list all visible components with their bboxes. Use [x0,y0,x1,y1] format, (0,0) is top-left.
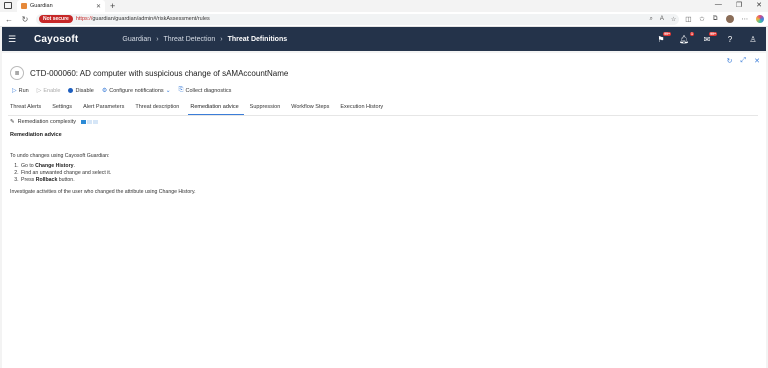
window-controls: — ❐ ✕ [715,1,762,9]
favorites-icon[interactable]: ✩ [699,15,704,23]
chevron-right-icon: › [156,35,159,43]
notifications-icon[interactable]: 🔔︎ 1 [679,31,694,44]
close-window-icon[interactable]: ✕ [756,1,762,9]
app-logo[interactable]: Cayosoft [34,34,78,45]
collections-icon[interactable]: ⧉ [713,15,718,23]
expand-icon[interactable]: ⤢ [741,57,747,65]
hamburger-menu-icon[interactable]: ☰ [2,34,22,45]
tab-alert-parameters[interactable]: Alert Parameters [81,101,129,115]
tasks-badge: 99+ [709,31,717,36]
complexity-segment [81,120,86,124]
read-aloud-icon[interactable]: A [660,16,664,23]
rule-tabs: Threat Alerts Settings Alert Parameters … [8,101,758,116]
tab-threat-alerts[interactable]: Threat Alerts [8,101,46,115]
breadcrumb: Guardian › Threat Detection › Threat Def… [122,36,287,43]
browser-tabstrip: Guardian ✕ + — ❐ ✕ [0,0,768,12]
play-icon: ▷ [12,88,17,94]
complexity-meter [81,120,98,124]
new-tab-icon[interactable]: + [110,1,115,11]
complexity-segment [87,120,92,124]
list-item: Find an unwanted change and select it. [20,170,196,177]
notifications-badge: 1 [690,31,694,36]
advice-body: To undo changes using Cayosoft Guardian:… [10,153,196,196]
refresh-icon[interactable]: ↻ [20,15,30,24]
zoom-icon[interactable]: ⌕ [649,16,652,23]
bell-icon: ⚙ [101,88,108,94]
configure-notifications-button[interactable]: ⚙ Configure notifications ⌄ [101,87,171,95]
tab-suppression[interactable]: Suppression [248,101,286,115]
disable-button[interactable]: Disable [68,88,94,94]
split-screen-icon[interactable]: ◫ [685,15,691,23]
refresh-panel-icon[interactable]: ↻ [727,57,733,65]
rule-detail-panel: ↻ ⤢ ✕ ≣ CTD-000060: AD computer with sus… [2,53,766,368]
list-item: Press Rollback button. [20,177,196,184]
action-toolbar: ▷ Run ▷ Enable Disable ⚙ Configure notifica… [12,87,231,94]
alerts-badge: 99+ [663,31,671,36]
address-bar-row: ← ↻ Not secure https://guardian/guardian… [0,12,768,27]
close-panel-icon[interactable]: ✕ [754,57,760,65]
tab-workflow-steps[interactable]: Workflow Steps [289,101,334,115]
advice-intro: To undo changes using Cayosoft Guardian: [10,153,110,159]
minimize-icon[interactable]: — [715,1,722,9]
address-bar[interactable]: Not secure https://guardian/guardian/adm… [36,13,680,25]
browser-tab-title: Guardian [30,3,53,9]
disable-icon [68,88,74,93]
app-header: ☰ Cayosoft Guardian › Threat Detection ›… [2,27,766,51]
remediation-complexity: ✎ Remediation complexity [10,119,98,125]
advice-steps: Go to Change History. Find an unwanted c… [20,163,196,184]
rule-icon: ≣ [10,66,24,80]
enable-icon: ▷ [36,88,42,94]
not-secure-badge[interactable]: Not secure [39,15,73,23]
chevron-right-icon: › [220,35,223,43]
run-button[interactable]: ▷ Run [12,87,29,95]
collect-diagnostics-button[interactable]: ⎘ Collect diagnostics [179,87,232,94]
copilot-icon[interactable] [756,15,764,23]
help-icon[interactable]: ? [725,35,735,44]
tab-execution-history[interactable]: Execution History [338,101,388,115]
alerts-icon[interactable]: ⚑ 99+ [656,31,671,44]
complexity-segment [93,120,98,124]
section-heading: Remediation advice [10,132,62,138]
close-tab-icon[interactable]: ✕ [96,3,101,10]
more-menu-icon[interactable]: ⋯ [742,15,749,23]
wrench-icon: ✎ [10,119,15,125]
panel-tools: ↻ ⤢ ✕ [727,57,760,65]
breadcrumb-threat-detection[interactable]: Threat Detection [164,36,216,43]
breadcrumb-threat-definitions: Threat Definitions [227,35,288,43]
user-icon[interactable]: ♙ [748,35,758,44]
tab-settings[interactable]: Settings [50,101,77,115]
list-item: Go to Change History. [20,163,196,170]
favicon-icon [21,3,27,9]
favorite-star-icon[interactable]: ☆ [671,16,676,23]
tab-remediation-advice[interactable]: Remediation advice [188,101,244,115]
complexity-label: Remediation complexity [17,119,76,125]
chevron-down-icon: ⌄ [165,88,171,94]
tab-actions-icon[interactable] [4,2,12,9]
back-icon[interactable]: ← [4,15,14,24]
advice-footer: Investigate activities of the user who c… [10,189,196,195]
rule-title-row: ≣ CTD-000060: AD computer with suspiciou… [10,66,288,80]
diagnostics-icon: ⎘ [178,87,184,93]
enable-button[interactable]: ▷ Enable [36,87,61,95]
tasks-icon[interactable]: ✉ 99+ [702,31,717,44]
url-text[interactable]: https://guardian/guardian/admin#/riskAss… [76,16,647,22]
tab-threat-description[interactable]: Threat description [133,101,184,115]
breadcrumb-guardian[interactable]: Guardian [122,36,151,43]
rule-title: CTD-000060: AD computer with suspicious … [30,68,289,78]
maximize-icon[interactable]: ❐ [736,1,742,9]
profile-avatar[interactable] [725,15,734,23]
browser-tab[interactable]: Guardian ✕ [17,0,105,12]
